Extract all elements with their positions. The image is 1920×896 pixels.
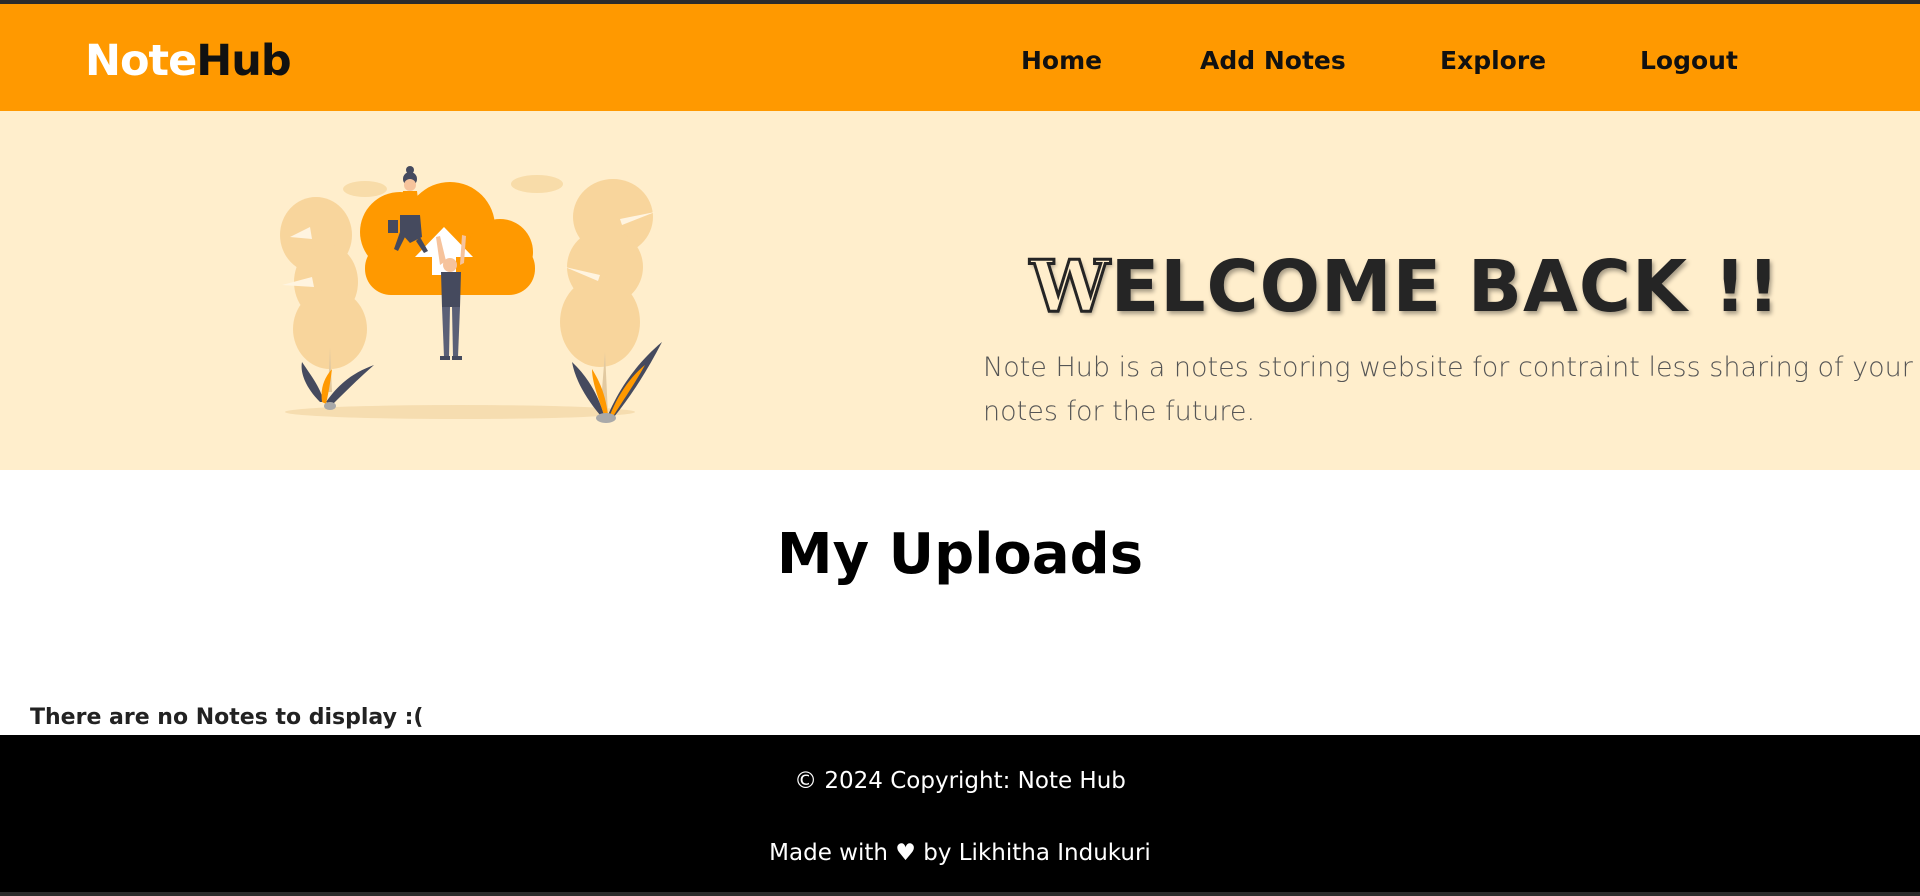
footer: © 2024 Copyright: Note Hub Made with ♥ b… — [0, 735, 1920, 892]
welcome-heading: WELCOME BACK !! — [1029, 244, 1781, 328]
upload-cloud-illustration — [280, 166, 662, 423]
navbar: NoteHub Home Add Notes Explore Logout — [0, 4, 1920, 111]
heart-icon: ♥ — [895, 840, 916, 866]
page-title: My Uploads — [776, 522, 1144, 587]
hero-description: Note Hub is a notes storing website for … — [983, 352, 1913, 427]
nav-add-notes-link[interactable]: Add Notes — [1200, 44, 1346, 78]
nav-explore-link[interactable]: Explore — [1440, 44, 1546, 78]
footer-made-prefix: Made with — [769, 840, 888, 866]
window-bottom-border — [0, 892, 1920, 896]
nav-home-link[interactable]: Home — [1021, 44, 1102, 78]
footer-credit: Made with ♥ by Likhitha Indukuri — [0, 837, 1920, 869]
brand-note: Note — [85, 36, 197, 86]
welcome-first-letter: W — [1029, 244, 1112, 328]
brand-hub: Hub — [196, 36, 291, 86]
nav-logout-link[interactable]: Logout — [1640, 44, 1738, 78]
footer-copyright: © 2024 Copyright: Note Hub — [794, 768, 1126, 794]
footer-made-suffix: by Likhitha Indukuri — [923, 840, 1151, 866]
empty-notes-message: There are no Notes to display :( — [30, 705, 424, 730]
brand-logo[interactable]: NoteHub — [85, 36, 292, 86]
hero-banner: WELCOME BACK !! Note Hub is a notes stor… — [0, 111, 1920, 470]
welcome-rest: ELCOME BACK !! — [1110, 245, 1781, 328]
